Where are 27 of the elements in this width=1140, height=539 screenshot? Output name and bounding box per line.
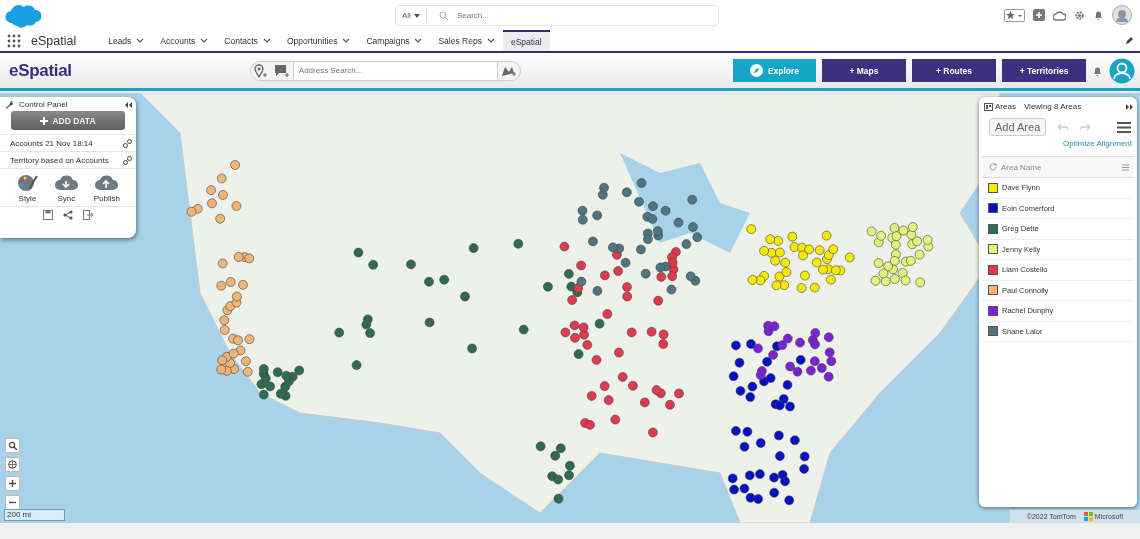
nav-tab[interactable]: Opportunities: [278, 30, 359, 51]
areas-count: Viewing 8 Areas: [1023, 102, 1083, 111]
nav-tab[interactable]: eSpatial: [502, 30, 550, 51]
add-data-button[interactable]: ADD DATA: [11, 111, 125, 130]
style-button[interactable]: Style: [15, 173, 39, 203]
espatial-logo: eSpatial: [9, 60, 72, 81]
add-area-button[interactable]: Add Area: [989, 118, 1047, 136]
search-scope-dropdown[interactable]: All: [396, 9, 427, 22]
address-search-field[interactable]: Address Search...: [249, 60, 521, 81]
scale-bar: 200 mi: [4, 509, 65, 521]
global-search-field[interactable]: All Search...: [395, 5, 719, 26]
add-button[interactable]: + Maps: [822, 59, 906, 82]
layer-name[interactable]: Accounts 21 Nov 18:14: [10, 138, 93, 148]
nav-tab[interactable]: Contacts: [216, 30, 279, 51]
optimize-alignment-link[interactable]: Optimize Alignment: [1063, 139, 1132, 148]
nav-tab[interactable]: Campaigns: [358, 30, 431, 51]
app-name: eSpatial: [31, 33, 77, 48]
add-button[interactable]: + Territories: [1002, 59, 1086, 82]
nav-tab[interactable]: Accounts: [152, 30, 217, 51]
publish-button[interactable]: Publish: [93, 173, 120, 203]
layer-name[interactable]: Territory based on Accounts: [10, 155, 109, 165]
panel-title: Control Panel: [19, 100, 69, 109]
nav-tab[interactable]: Leads: [100, 30, 153, 51]
nav-tab[interactable]: Sales Reps: [430, 30, 503, 51]
panel-title: Areas: [995, 102, 1016, 111]
sync-button[interactable]: Sync: [54, 173, 78, 203]
add-button[interactable]: + Routes: [912, 59, 996, 82]
